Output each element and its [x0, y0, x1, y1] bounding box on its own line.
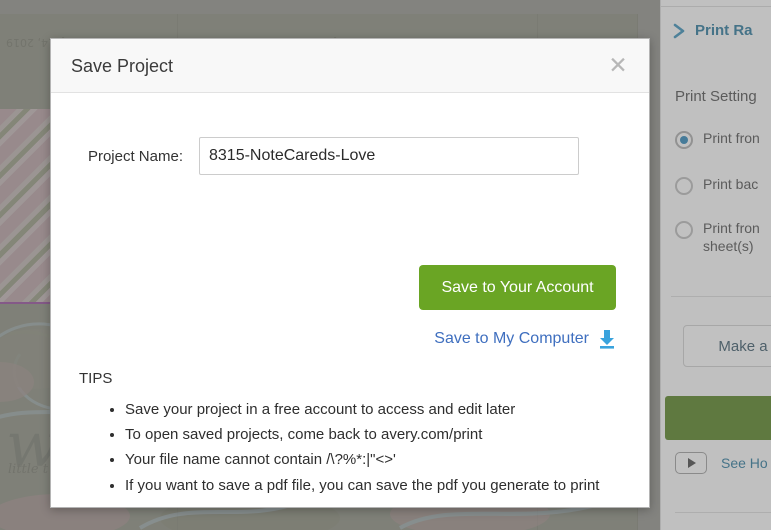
- app-window: w little t February 14, 2019 February 14…: [0, 0, 771, 530]
- list-item: Save your project in a free account to a…: [125, 399, 633, 421]
- list-item: To open saved projects, come back to ave…: [125, 424, 633, 446]
- save-to-computer-link[interactable]: Save to My Computer: [419, 329, 616, 349]
- tips-heading: TIPS: [79, 370, 113, 387]
- save-to-computer-label: Save to My Computer: [434, 330, 589, 347]
- list-item: Your file name cannot contain /\?%*:|"<>…: [125, 449, 633, 471]
- download-icon: [600, 330, 614, 349]
- dialog-header: Save Project ✕: [51, 39, 649, 93]
- project-name-field-row: Project Name:: [51, 137, 649, 175]
- project-name-input[interactable]: [199, 137, 579, 175]
- close-icon[interactable]: ✕: [603, 51, 633, 81]
- list-item: If you want to save a pdf file, you can …: [125, 475, 633, 497]
- project-name-label: Project Name:: [87, 147, 183, 165]
- dialog-body: Project Name: Save to Your Account Save …: [51, 93, 649, 507]
- tips-list: Save your project in a free account to a…: [103, 399, 633, 500]
- dialog-title: Save Project: [71, 56, 174, 76]
- save-to-account-button[interactable]: Save to Your Account: [419, 265, 616, 310]
- save-project-dialog: Save Project ✕ Project Name: Save to You…: [50, 38, 650, 508]
